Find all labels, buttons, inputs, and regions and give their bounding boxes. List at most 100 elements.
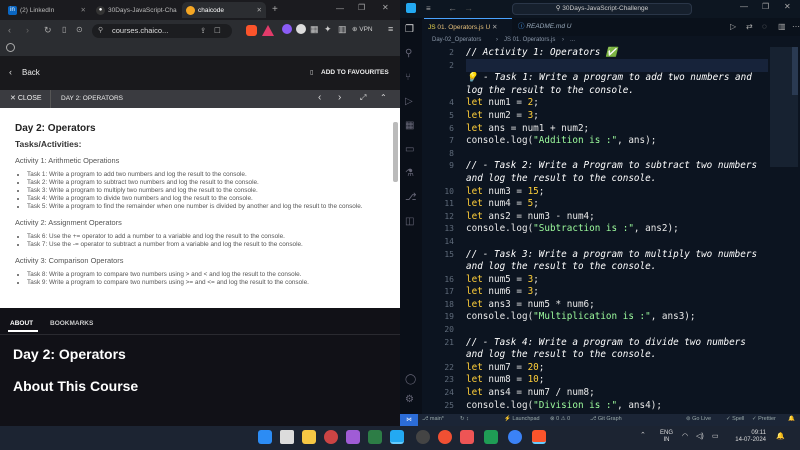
brave-rewards-icon[interactable] — [262, 25, 274, 36]
app-icon[interactable] — [346, 430, 360, 444]
next-lesson-icon[interactable]: › — [338, 92, 341, 103]
code-line[interactable]: let num6 = 3; — [466, 286, 766, 299]
notifications-icon[interactable]: 🔔 — [788, 416, 795, 422]
code-line[interactable]: let ans2 = num3 - num4; — [466, 211, 766, 224]
tab-linkedin[interactable]: in (2) LinkedIn ✕ — [4, 2, 90, 18]
code-line[interactable]: let num2 = 3; — [466, 110, 766, 123]
code-line[interactable]: 💡 - Task 1: Write a program to add two n… — [466, 72, 766, 85]
code-line[interactable]: and log the result to the console. — [466, 261, 766, 274]
code-line[interactable]: let num3 = 15; — [466, 186, 766, 199]
tab-operators-js[interactable]: JS 01. Operators.js U ✕ — [424, 18, 512, 36]
code-line[interactable]: and log the result to the console. — [466, 349, 766, 362]
compare-icon[interactable]: ◌ — [762, 22, 767, 31]
back-link[interactable]: Back — [22, 68, 40, 77]
wifi-icon[interactable]: ◠ — [682, 432, 688, 440]
sync-icon[interactable]: ↻ ↕ — [460, 416, 469, 422]
volume-icon[interactable]: ◁) — [696, 432, 704, 440]
reload-icon[interactable]: ↻ — [44, 25, 52, 36]
remote-explorer-icon[interactable]: ▭ — [405, 144, 414, 155]
run-icon[interactable]: ▷ — [730, 22, 736, 31]
code-line[interactable]: // - Task 4: Write a program to divide t… — [466, 337, 766, 350]
command-center[interactable]: ⚲ 30Days-JavaScript-Challenge — [512, 3, 692, 15]
code-line[interactable]: let num8 = 10; — [466, 374, 766, 387]
minimize-icon[interactable]: — — [740, 2, 748, 11]
back-chevron-icon[interactable]: ‹ — [9, 67, 12, 77]
battery-icon[interactable]: ▭ — [712, 432, 719, 440]
problems-status[interactable]: ⊗ 0 ⚠ 0 — [550, 416, 570, 422]
code-line[interactable] — [466, 236, 766, 249]
start-button-icon[interactable] — [258, 430, 272, 444]
git-graph-icon[interactable]: ⎇ — [405, 192, 417, 203]
code-line[interactable] — [466, 148, 766, 161]
git-icon[interactable] — [438, 430, 452, 444]
scrollbar-thumb[interactable] — [792, 47, 798, 95]
code-line[interactable]: console.log("Division is :", ans4); — [466, 400, 766, 413]
breadcrumb-folder[interactable]: Day-02_Operators — [432, 37, 481, 43]
code-line[interactable]: and log the result to the console. — [466, 173, 766, 186]
tab-bookmarks[interactable]: BOOKMARKS — [50, 320, 93, 327]
code-line[interactable]: let ans3 = num5 * num6; — [466, 299, 766, 312]
language-indicator[interactable]: ENG IN — [660, 430, 673, 444]
code-line[interactable]: // - Task 3: Write a program to multiply… — [466, 249, 766, 262]
forward-arrow-icon[interactable]: › — [26, 25, 29, 35]
share-icon[interactable]: ⇪ — [200, 24, 206, 38]
more-actions-icon[interactable]: ⋯ — [792, 22, 800, 31]
close-window-icon[interactable]: ✕ — [784, 2, 791, 11]
compare-icon[interactable]: ⇄ — [746, 22, 753, 31]
extensions-puzzle-icon[interactable]: ✦ — [324, 24, 332, 35]
bookmark-add-icon[interactable]: ▯ — [310, 69, 313, 76]
code-line[interactable]: let ans4 = num7 / num8; — [466, 387, 766, 400]
scrollbar-thumb[interactable] — [393, 122, 398, 182]
pin-icon[interactable]: ⊙ — [76, 25, 83, 34]
code-line[interactable] — [466, 324, 766, 337]
new-tab-icon[interactable]: + — [272, 4, 278, 15]
back-arrow-icon[interactable]: ← — [448, 3, 457, 13]
breadcrumb-symbol[interactable]: ... — [570, 37, 575, 43]
remote-indicator-icon[interactable]: ⋈ — [400, 414, 418, 426]
code-line[interactable]: let num4 = 5; — [466, 198, 766, 211]
source-control-icon[interactable]: ⑂ — [405, 72, 411, 83]
docker-icon[interactable]: ◫ — [405, 216, 414, 227]
code-line[interactable]: console.log("Multiplication is :", ans3)… — [466, 311, 766, 324]
forward-arrow-icon[interactable]: → — [464, 3, 473, 13]
search-icon[interactable]: ⚲ — [405, 48, 412, 59]
brave-shield-icon[interactable] — [246, 25, 257, 36]
code-area[interactable]: // Activity 1: Operators ✅ 💡 - Task 1: Wr… — [466, 47, 766, 414]
testing-icon[interactable]: ⚗ — [405, 168, 414, 179]
tab-github[interactable]: ● 30Days-JavaScript-Cha ✕ — [92, 2, 180, 18]
split-editor-icon[interactable]: ▥ — [778, 22, 786, 31]
bookmark-icon[interactable]: ▯ — [62, 25, 66, 34]
prev-lesson-icon[interactable]: ‹ — [318, 92, 321, 103]
extension-icon[interactable] — [282, 24, 292, 34]
add-to-favourites-button[interactable]: ADD TO FAVOURITES — [321, 69, 389, 76]
extension-icon[interactable] — [296, 24, 306, 34]
app-icon[interactable] — [368, 430, 382, 444]
account-icon[interactable]: ◯ — [405, 374, 416, 385]
close-icon[interactable]: ✕ — [81, 6, 86, 14]
close-lesson-button[interactable]: ✕ CLOSE — [10, 94, 42, 102]
maximize-icon[interactable]: ❐ — [358, 3, 365, 12]
brave-taskbar-icon[interactable] — [532, 430, 546, 444]
code-line[interactable]: let num7 = 20; — [466, 362, 766, 375]
collapse-icon[interactable]: ⌃ — [380, 93, 387, 102]
app-icon[interactable] — [324, 430, 338, 444]
branch-status[interactable]: ⎇ main* — [422, 416, 444, 422]
breadcrumb-file[interactable]: JS 01. Operators.js — [504, 37, 555, 43]
app-icon[interactable] — [484, 430, 498, 444]
go-live-status[interactable]: ⊚ Go Live — [686, 416, 711, 422]
bookmark-globe-icon[interactable] — [6, 43, 15, 52]
show-hidden-icons[interactable]: ⌃ — [640, 431, 646, 439]
code-line[interactable]: log the result to the console. — [466, 85, 766, 98]
edge-icon[interactable] — [508, 430, 522, 444]
site-info-icon[interactable]: ⚲ — [98, 24, 103, 38]
tab-about[interactable]: ABOUT — [10, 320, 33, 327]
close-window-icon[interactable]: ✕ — [382, 3, 389, 12]
code-line[interactable]: let num1 = 2; — [466, 97, 766, 110]
notification-center-icon[interactable]: 🔔 — [776, 432, 785, 440]
file-explorer-icon[interactable] — [302, 430, 316, 444]
menu-icon[interactable]: ≡ — [426, 4, 431, 13]
code-line[interactable]: // - Task 2: Write a Program to subtract… — [466, 160, 766, 173]
launchpad-status[interactable]: ⚡ Launchpad — [504, 416, 540, 422]
code-line[interactable]: console.log("Subtraction is :", ans2); — [466, 223, 766, 236]
extension-icon[interactable]: ▦ — [310, 24, 319, 35]
